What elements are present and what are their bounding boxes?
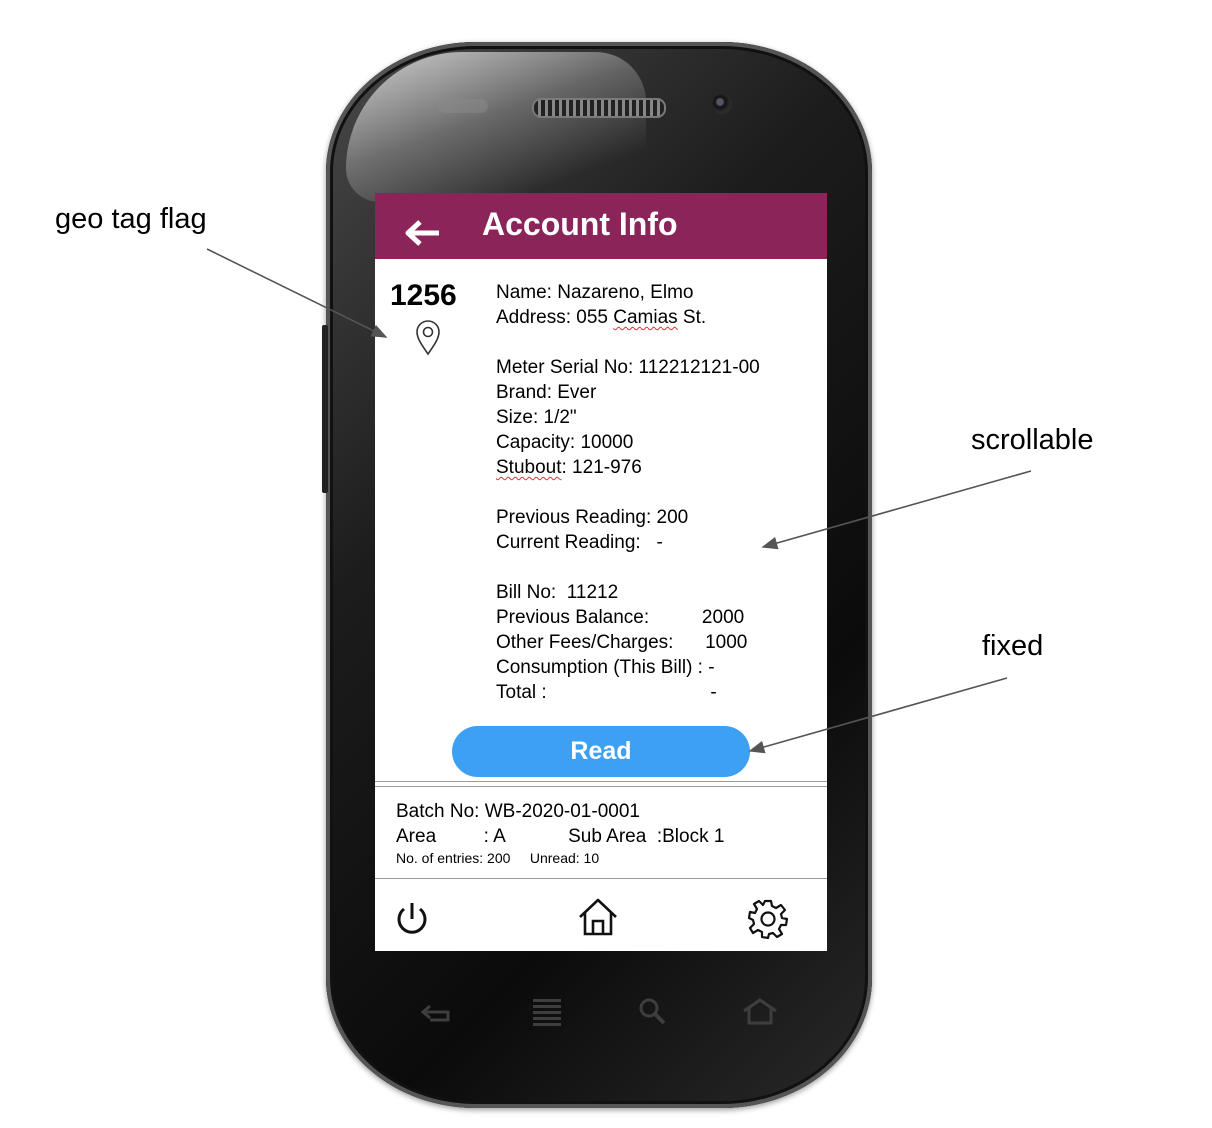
front-camera [712, 94, 732, 114]
address-prefix: Address: 055 [496, 307, 614, 328]
earpiece-speaker [532, 98, 666, 118]
customer-name: Name: Nazareno, Elmo [496, 282, 694, 303]
area-row: Area : A Sub Area :Block 1 [396, 826, 725, 847]
current-reading: Current Reading: - [496, 532, 663, 553]
proximity-sensor [438, 99, 488, 113]
power-icon[interactable] [394, 901, 430, 937]
consumption: Consumption (This Bill) : - [496, 657, 715, 678]
stubout-value: : 121-976 [561, 457, 642, 478]
gear-icon[interactable] [748, 899, 788, 939]
address-street: Camias [613, 307, 678, 328]
annotation-fixed: fixed [982, 630, 1044, 662]
account-number: 1256 [390, 279, 457, 312]
hardware-search-icon[interactable] [636, 996, 670, 1026]
meter-brand: Brand: Ever [496, 382, 597, 403]
arrow-left-icon[interactable] [403, 219, 441, 247]
other-fees: Other Fees/Charges: 1000 [496, 632, 748, 653]
annotation-scrollable: scrollable [971, 424, 1094, 456]
hardware-home-icon[interactable] [740, 996, 780, 1026]
hardware-menu-icon[interactable] [529, 996, 565, 1026]
entries-row: No. of entries: 200 Unread: 10 [396, 850, 600, 866]
meter-serial: Meter Serial No: 112212121-00 [496, 357, 760, 378]
meter-capacity: Capacity: 10000 [496, 432, 634, 453]
annotation-geo-tag: geo tag flag [55, 203, 207, 235]
address-suffix: St. [677, 307, 707, 328]
volume-button [322, 325, 328, 493]
stubout-label: Stubout [496, 457, 562, 478]
divider [375, 786, 827, 787]
divider [375, 781, 827, 782]
batch-info: Batch No: WB-2020-01-0001 Area : A Sub A… [396, 799, 724, 867]
batch-number: Batch No: WB-2020-01-0001 [396, 801, 640, 822]
customer-address: Address: 055 Camias St. [496, 305, 816, 330]
app-bar: Account Info [375, 193, 827, 259]
total: Total : - [496, 682, 717, 703]
app-screen: Account Info 1256 Name: Nazareno, Elmo A… [375, 193, 827, 951]
page-title: Account Info [482, 206, 678, 242]
meter-stubout: Stubout: 121-976 [496, 455, 816, 480]
bill-number: Bill No: 11212 [496, 582, 619, 603]
account-details: Name: Nazareno, Elmo Address: 055 Camias… [496, 280, 816, 705]
read-button[interactable]: Read [452, 726, 750, 777]
previous-balance: Previous Balance: 2000 [496, 607, 745, 628]
map-pin-icon[interactable] [415, 320, 441, 356]
hardware-back-icon[interactable] [418, 996, 456, 1026]
previous-reading: Previous Reading: 200 [496, 507, 689, 528]
meter-size: Size: 1/2" [496, 407, 577, 428]
home-icon[interactable] [577, 897, 619, 937]
bottom-nav [375, 879, 827, 945]
